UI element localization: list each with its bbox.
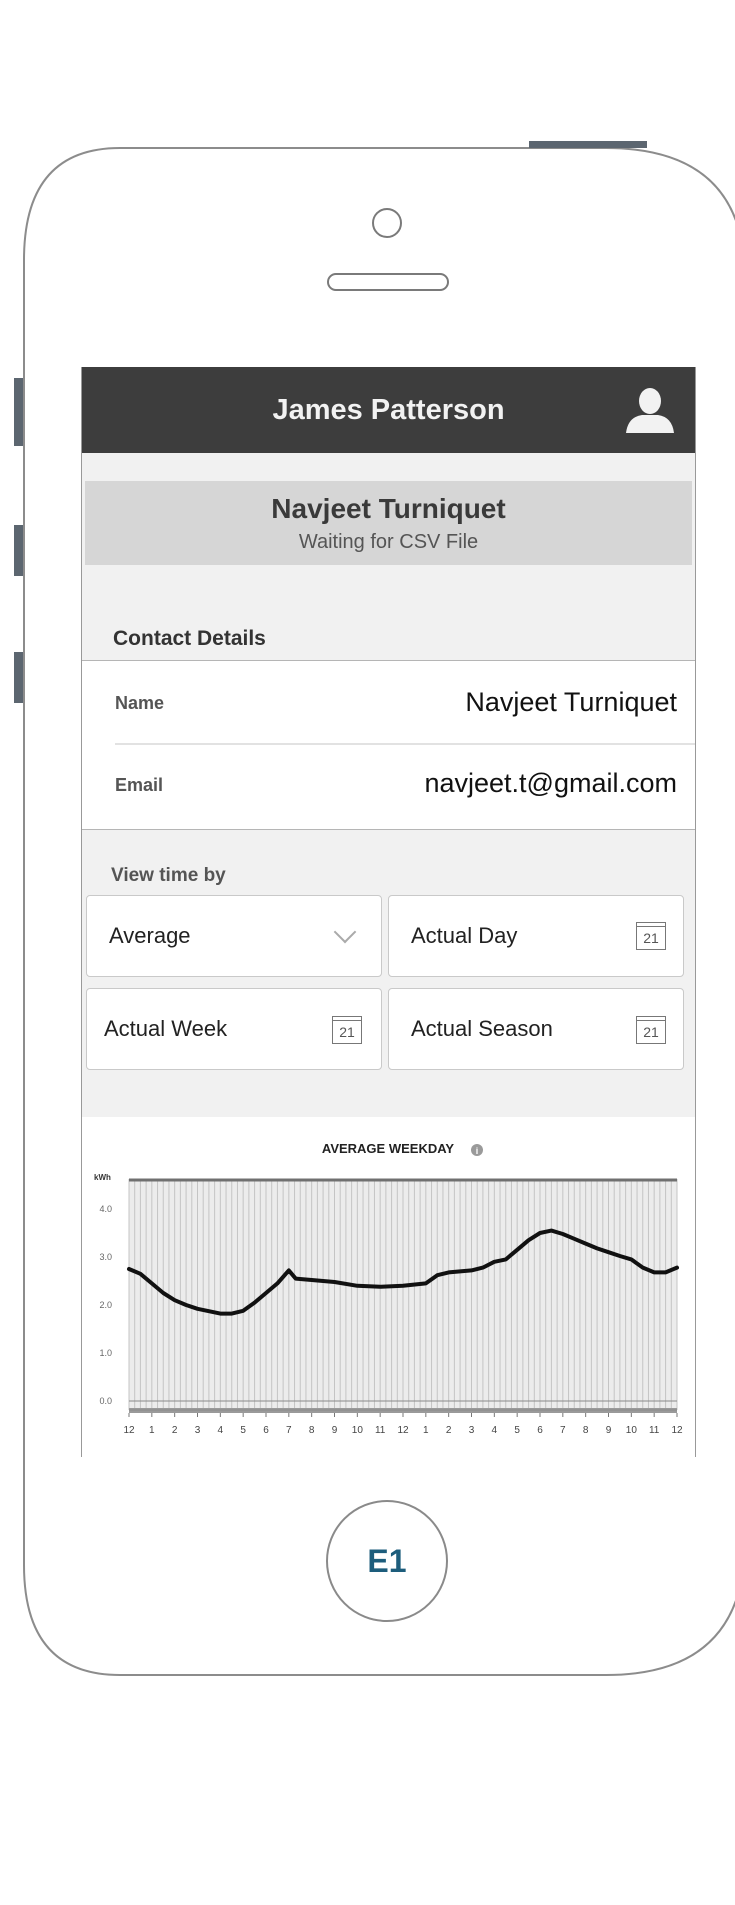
actual-week-label: Actual Week (104, 1016, 228, 1041)
y-tick-label: 2.0 (99, 1300, 112, 1310)
x-tick-label: 12 (123, 1425, 135, 1436)
info-icon-glyph: i (476, 1146, 479, 1156)
home-button-label: E1 (367, 1543, 407, 1579)
x-tick-label: 2 (172, 1425, 178, 1436)
actual-season-select[interactable]: Actual Season 21 (388, 988, 684, 1070)
calendar-icon: 21 (636, 1016, 666, 1044)
actual-season-label: Actual Season (411, 1016, 553, 1041)
chevron-down-icon (333, 920, 357, 944)
client-banner: Navjeet Turniquet Waiting for CSV File (85, 481, 692, 565)
view-time-label: View time by (111, 865, 226, 886)
x-tick-label: 2 (446, 1425, 452, 1436)
average-select-label: Average (109, 923, 191, 948)
email-value[interactable]: navjeet.t@gmail.com (424, 768, 677, 799)
x-tick-label: 6 (537, 1425, 543, 1436)
header-title: James Patterson (272, 394, 505, 426)
app-header: James Patterson (82, 367, 695, 453)
x-tick-label: 4 (218, 1425, 224, 1436)
x-tick-label: 8 (583, 1425, 589, 1436)
x-tick-label: 1 (423, 1425, 429, 1436)
x-tick-label: 1 (149, 1425, 155, 1436)
x-tick-label: 9 (332, 1425, 338, 1436)
actual-day-select[interactable]: Actual Day 21 (388, 895, 684, 977)
x-tick-label: 12 (397, 1425, 409, 1436)
x-tick-label: 5 (240, 1425, 246, 1436)
x-tick-label: 4 (492, 1425, 498, 1436)
name-value: Navjeet Turniquet (465, 687, 677, 717)
actual-day-label: Actual Day (411, 923, 518, 948)
client-status: Waiting for CSV File (298, 531, 479, 553)
y-tick-label: 0.0 (99, 1396, 112, 1406)
x-tick-label: 3 (469, 1425, 475, 1436)
x-tick-label: 7 (286, 1425, 292, 1436)
y-tick-label: 4.0 (99, 1204, 112, 1214)
row-divider (115, 743, 695, 745)
average-select[interactable]: Average (86, 895, 382, 977)
calendar-icon: 21 (636, 922, 666, 950)
average-weekday-chart: AVERAGE WEEKDAY i kWh 0.0 1.0 2.0 3.0 4.0 12 1 2 3 4… (82, 1117, 695, 1457)
chart-title: AVERAGE WEEKDAY (322, 1141, 455, 1156)
y-axis-label: kWh (94, 1173, 111, 1182)
contact-section-title: Contact Details (113, 627, 266, 650)
x-tick-label: 8 (309, 1425, 315, 1436)
x-tick-label: 10 (626, 1425, 638, 1436)
client-name: Navjeet Turniquet (271, 493, 506, 524)
y-tick-label: 3.0 (99, 1252, 112, 1262)
x-tick-label: 10 (352, 1425, 364, 1436)
actual-week-select[interactable]: Actual Week 21 (86, 988, 382, 1070)
user-icon[interactable] (624, 387, 676, 435)
x-tick-label: 11 (649, 1425, 660, 1436)
name-label: Name (115, 693, 165, 713)
x-tick-label: 6 (263, 1425, 269, 1436)
chart-svg: AVERAGE WEEKDAY ikWh0.01.02.03.04.012 1 2 3 4… (94, 1141, 683, 1436)
x-tick-label: 9 (606, 1425, 612, 1436)
x-tick-label: 11 (375, 1425, 386, 1436)
contact-details-card: Name Navjeet Turniquet Email navjeet.t@g… (82, 660, 695, 830)
email-label: Email (115, 775, 164, 795)
calendar-icon: 21 (332, 1016, 362, 1044)
x-tick-label: 3 (195, 1425, 201, 1436)
x-tick-label: 5 (514, 1425, 520, 1436)
y-tick-label: 1.0 (99, 1348, 112, 1358)
home-button[interactable]: E1 (326, 1500, 448, 1622)
x-tick-label: 7 (560, 1425, 566, 1436)
x-tick-label: 12 (671, 1425, 683, 1436)
app-screen: James Patterson Navjeet Turniquet Waitin… (81, 367, 696, 1457)
